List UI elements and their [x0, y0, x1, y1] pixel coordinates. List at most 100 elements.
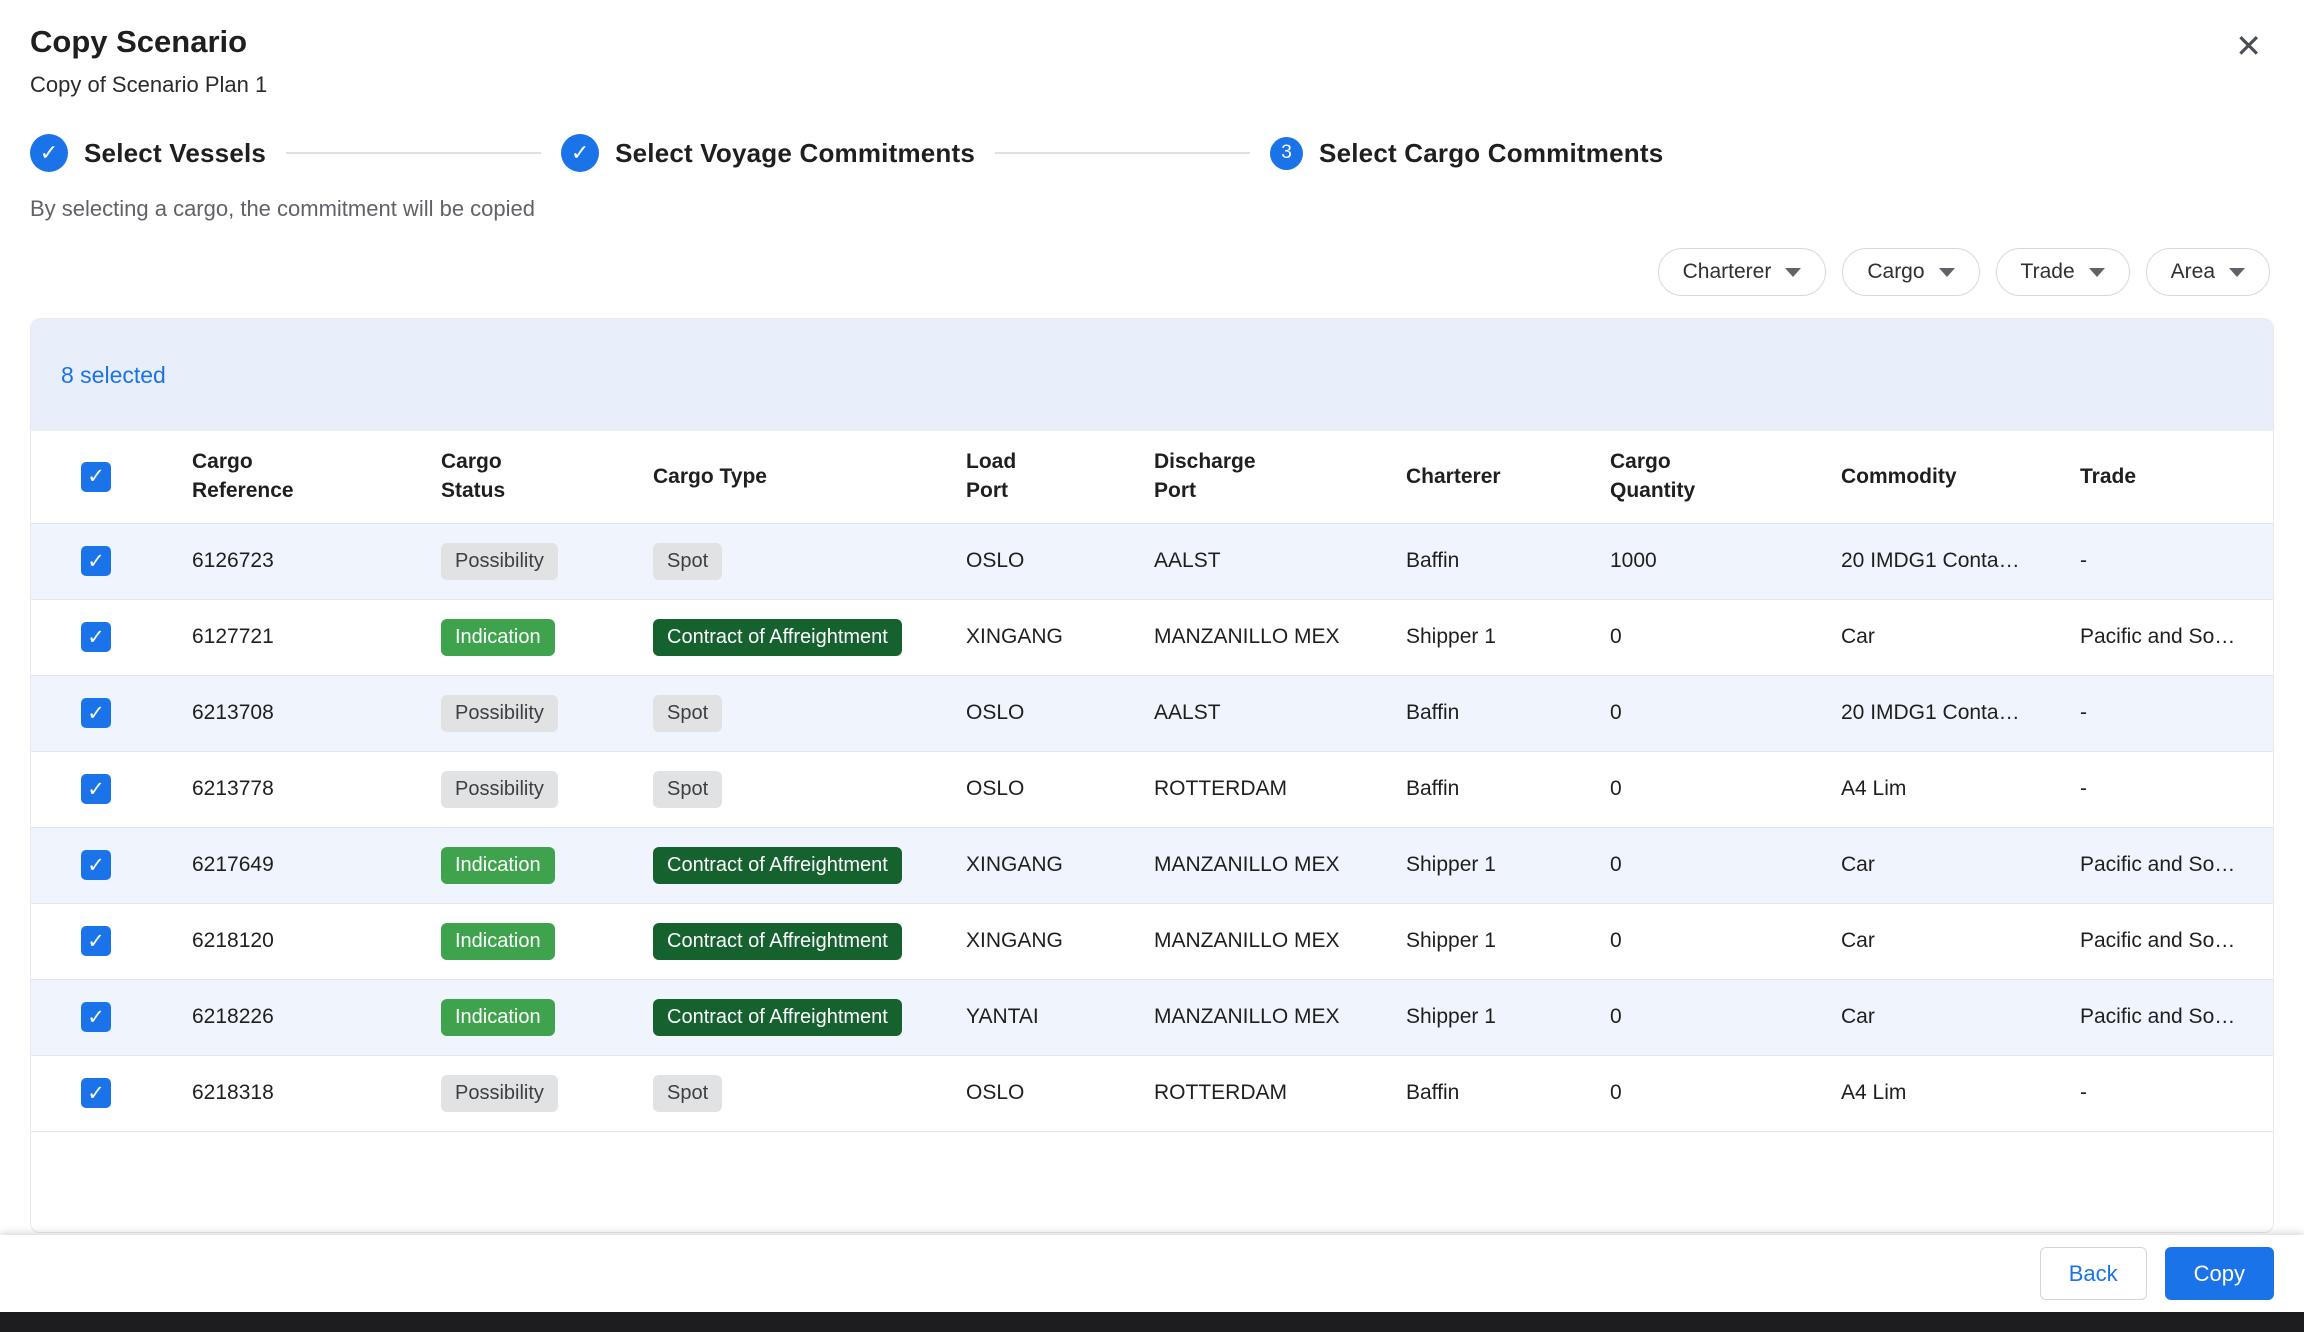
charterer-cell: Baffin: [1406, 751, 1610, 827]
cargo-type-badge: Spot: [653, 543, 722, 580]
filter-charterer-button[interactable]: Charterer: [1658, 248, 1827, 296]
back-button[interactable]: Back: [2040, 1247, 2147, 1300]
cargo-status-badge: Possibility: [441, 1075, 558, 1112]
row-checkbox[interactable]: ✓: [81, 546, 111, 576]
trade-cell: Pacific and So…: [2080, 827, 2274, 903]
cargo-quantity-cell: 0: [1610, 827, 1841, 903]
trade-cell: -: [2080, 751, 2274, 827]
chevron-down-icon: [2089, 268, 2105, 277]
charterer-cell: Baffin: [1406, 675, 1610, 751]
cargo-status-cell: Possibility: [441, 523, 653, 599]
discharge-port-cell: MANZANILLO MEX: [1154, 903, 1406, 979]
load-port-cell: OSLO: [966, 523, 1154, 599]
filter-trade-button[interactable]: Trade: [1996, 248, 2130, 296]
selection-bar: 8 selected: [31, 319, 2273, 431]
copy-scenario-dialog: Copy Scenario Copy of Scenario Plan 1 ✕ …: [0, 0, 2304, 1332]
table-empty-space: [31, 1132, 2273, 1232]
checkbox-cell: ✓: [31, 979, 192, 1055]
cargo-quantity-cell: 0: [1610, 751, 1841, 827]
commodity-cell: Car: [1841, 827, 2080, 903]
table-row: ✓6217649IndicationContract of Affreightm…: [31, 827, 2274, 903]
step-check-icon: ✓: [561, 134, 599, 172]
discharge-port-cell: AALST: [1154, 523, 1406, 599]
commodity-cell: Car: [1841, 599, 2080, 675]
cargo-type-cell: Spot: [653, 675, 966, 751]
load-port-cell: XINGANG: [966, 827, 1154, 903]
select-all-checkbox[interactable]: ✓: [81, 462, 111, 492]
backdrop-strip: [0, 1312, 2304, 1332]
cargo-reference-cell: 6218226: [192, 979, 441, 1055]
column-header-6: Charterer: [1406, 431, 1610, 523]
cargo-type-cell: Spot: [653, 751, 966, 827]
stepper-step-1[interactable]: ✓Select Vessels: [30, 134, 266, 172]
trade-cell: -: [2080, 523, 2274, 599]
selection-count: 8 selected: [61, 362, 166, 389]
column-header-2: Cargo Status: [441, 431, 653, 523]
cargo-quantity-cell: 0: [1610, 903, 1841, 979]
column-header-4: Load Port: [966, 431, 1154, 523]
table-row: ✓6213708PossibilitySpotOSLOAALSTBaffin02…: [31, 675, 2274, 751]
charterer-cell: Shipper 1: [1406, 979, 1610, 1055]
dialog-subtitle: Copy of Scenario Plan 1: [30, 72, 267, 98]
cargo-status-badge: Indication: [441, 619, 555, 656]
load-port-cell: OSLO: [966, 751, 1154, 827]
charterer-cell: Shipper 1: [1406, 599, 1610, 675]
cargo-quantity-cell: 0: [1610, 1055, 1841, 1131]
cargo-type-badge: Spot: [653, 1075, 722, 1112]
charterer-cell: Baffin: [1406, 523, 1610, 599]
commodity-cell: Car: [1841, 903, 2080, 979]
cargo-type-badge: Contract of Affreightment: [653, 923, 902, 960]
commodity-cell: 20 IMDG1 Conta…: [1841, 523, 2080, 599]
checkbox-cell: ✓: [31, 675, 192, 751]
stepper: ✓Select Vessels ✓Select Voyage Commitment…: [0, 134, 2304, 172]
cargo-type-badge: Spot: [653, 771, 722, 808]
cargo-status-badge: Possibility: [441, 771, 558, 808]
cargo-type-badge: Spot: [653, 695, 722, 732]
step-connector: [995, 152, 1250, 154]
cargo-commitments-table-card: 8 selected ✓ Cargo ReferenceCargo Status…: [30, 318, 2274, 1233]
table-header-row: ✓ Cargo ReferenceCargo StatusCargo TypeL…: [31, 431, 2274, 523]
load-port-cell: XINGANG: [966, 903, 1154, 979]
discharge-port-cell: ROTTERDAM: [1154, 1055, 1406, 1131]
filter-area-button[interactable]: Area: [2146, 248, 2270, 296]
table-row: ✓6126723PossibilitySpotOSLOAALSTBaffin10…: [31, 523, 2274, 599]
copy-button[interactable]: Copy: [2165, 1247, 2274, 1300]
cargo-type-cell: Spot: [653, 1055, 966, 1131]
cargo-type-badge: Contract of Affreightment: [653, 999, 902, 1036]
cargo-reference-cell: 6217649: [192, 827, 441, 903]
row-checkbox[interactable]: ✓: [81, 622, 111, 652]
row-checkbox[interactable]: ✓: [81, 926, 111, 956]
chevron-down-icon: [1785, 268, 1801, 277]
stepper-step-2[interactable]: ✓Select Voyage Commitments: [561, 134, 975, 172]
cargo-reference-cell: 6218318: [192, 1055, 441, 1131]
close-icon: ✕: [2235, 28, 2262, 64]
checkbox-cell: ✓: [31, 523, 192, 599]
filter-label: Charterer: [1683, 260, 1772, 284]
cargo-quantity-cell: 0: [1610, 599, 1841, 675]
cargo-status-badge: Possibility: [441, 543, 558, 580]
helper-text: By selecting a cargo, the commitment wil…: [0, 196, 2304, 222]
checkbox-cell: ✓: [31, 827, 192, 903]
row-checkbox[interactable]: ✓: [81, 850, 111, 880]
cargo-status-cell: Indication: [441, 599, 653, 675]
column-header-5: Discharge Port: [1154, 431, 1406, 523]
stepper-step-3[interactable]: 3Select Cargo Commitments: [1270, 137, 1663, 170]
row-checkbox[interactable]: ✓: [81, 1002, 111, 1032]
filter-cargo-button[interactable]: Cargo: [1842, 248, 1979, 296]
row-checkbox[interactable]: ✓: [81, 1078, 111, 1108]
charterer-cell: Shipper 1: [1406, 827, 1610, 903]
cargo-reference-cell: 6126723: [192, 523, 441, 599]
cargo-reference-cell: 6127721: [192, 599, 441, 675]
trade-cell: Pacific and So…: [2080, 979, 2274, 1055]
cargo-status-badge: Indication: [441, 999, 555, 1036]
load-port-cell: OSLO: [966, 1055, 1154, 1131]
charterer-cell: Baffin: [1406, 1055, 1610, 1131]
row-checkbox[interactable]: ✓: [81, 774, 111, 804]
row-checkbox[interactable]: ✓: [81, 698, 111, 728]
cargo-status-cell: Possibility: [441, 675, 653, 751]
dialog-header: Copy Scenario Copy of Scenario Plan 1 ✕: [0, 0, 2304, 98]
load-port-cell: XINGANG: [966, 599, 1154, 675]
close-button[interactable]: ✕: [2229, 24, 2268, 68]
checkbox-cell: ✓: [31, 599, 192, 675]
commodity-cell: A4 Lim: [1841, 1055, 2080, 1131]
